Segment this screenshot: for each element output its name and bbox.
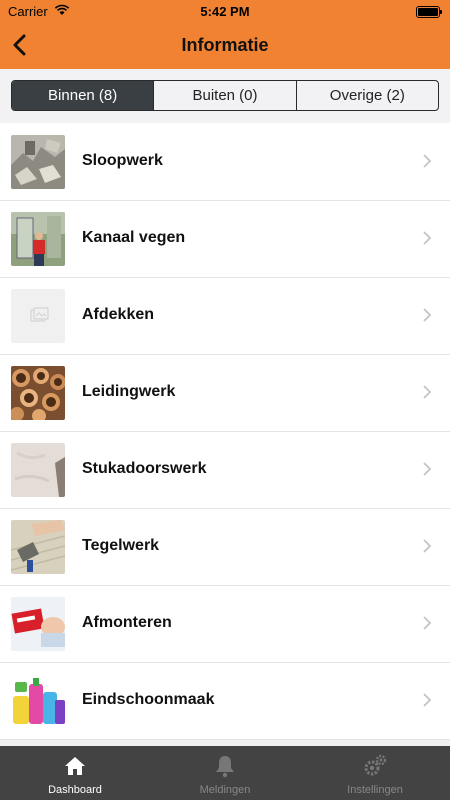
segment-buiten[interactable]: Buiten (0) [153,81,295,110]
pipes-photo [11,366,65,420]
list-item-label: Sloopwerk [82,152,163,169]
list-item-afmonteren[interactable]: Afmonteren [0,585,450,663]
chevron-right-icon [423,231,432,245]
list-item-label: Afdekken [82,306,155,323]
gears-icon [364,754,387,776]
tab-bar: Dashboard Meldingen Instellingen [0,746,450,800]
list-item-stukadoorswerk[interactable]: Stukadoorswerk [0,431,450,509]
status-bar: Carrier 5:42 PM [0,0,450,22]
rubble-photo [11,135,65,189]
chevron-right-icon [423,462,432,476]
assembly-photo [11,597,65,651]
segment-binnen[interactable]: Binnen (8) [12,81,154,110]
list-item-leidingwerk[interactable]: Leidingwerk [0,354,450,432]
navigation-bar: Informatie [0,22,450,69]
tab-instellingen[interactable]: Instellingen [300,746,450,800]
list-item-label: Eindschoonmaak [82,691,215,708]
tab-label: Dashboard [48,784,102,796]
page-title: Informatie [181,35,269,55]
segment-bar: Binnen (8) Buiten (0) Overige (2) [0,69,450,123]
category-list: Sloopwerk Kanaal vegen Afdekken Leidingw… [0,123,450,740]
tab-dashboard[interactable]: Dashboard [0,746,150,800]
list-item-kanaal-vegen[interactable]: Kanaal vegen [0,200,450,278]
segment-overige[interactable]: Overige (2) [295,81,438,110]
clock: 5:42 PM [200,4,250,19]
list-item-tegelwerk[interactable]: Tegelwerk [0,508,450,586]
cleaning-supplies-photo [11,674,65,728]
chevron-right-icon [423,385,432,399]
list-item-label: Stukadoorswerk [82,460,207,477]
list-item-label: Leidingwerk [82,383,176,400]
home-icon [65,757,85,775]
bell-icon [216,756,234,778]
header-bar: Carrier 5:42 PM Informatie [0,0,450,69]
battery-icon [416,6,442,18]
list-item-label: Kanaal vegen [82,229,186,246]
chevron-right-icon [423,308,432,322]
list-item-eindschoonmaak[interactable]: Eindschoonmaak [0,662,450,740]
chevron-right-icon [423,693,432,707]
list-item-sloopwerk[interactable]: Sloopwerk [0,123,450,201]
chevron-right-icon [423,154,432,168]
list-item-afdekken[interactable]: Afdekken [0,277,450,355]
chevron-right-icon [423,616,432,630]
tab-label: Instellingen [347,784,403,796]
list-item-label: Afmonteren [82,614,172,631]
tiling-photo [11,520,65,574]
list-item-label: Tegelwerk [82,537,160,554]
worker-photo [11,212,65,266]
segmented-control: Binnen (8) Buiten (0) Overige (2) [11,80,439,111]
tab-label: Meldingen [199,784,251,796]
plaster-photo [11,443,65,497]
chevron-right-icon [423,539,432,553]
tab-meldingen[interactable]: Meldingen [150,746,300,800]
image-placeholder-icon [11,289,65,343]
